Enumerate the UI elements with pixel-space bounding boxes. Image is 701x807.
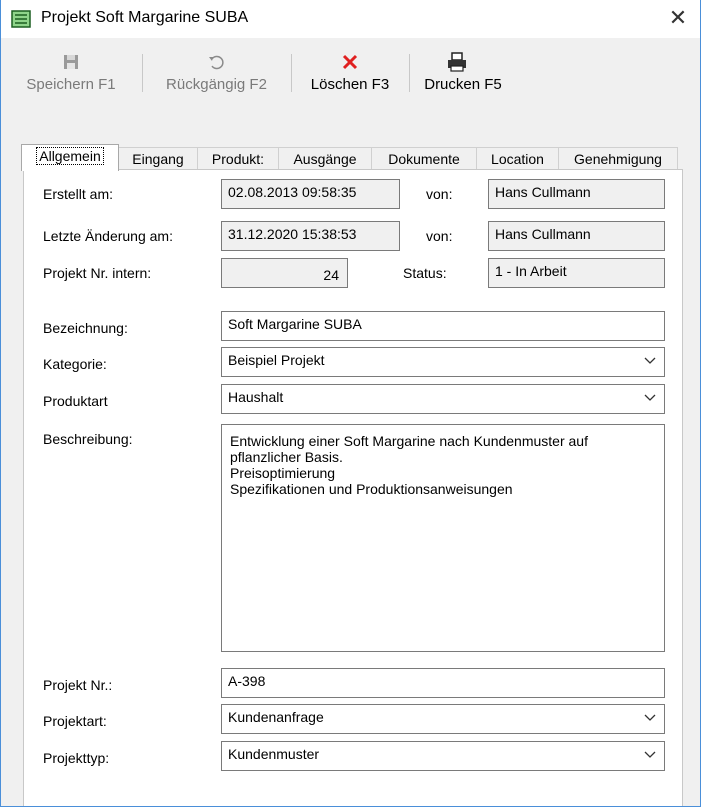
close-button[interactable]: ✕	[656, 0, 700, 38]
product-type-label: Produktart	[43, 393, 108, 409]
tab-eingang[interactable]: Eingang	[118, 147, 198, 170]
product-type-value: Haushalt	[228, 389, 284, 405]
tab-label: Produkt:	[211, 151, 265, 167]
tab-genehmigung[interactable]: Genehmigung	[558, 147, 678, 170]
chevron-down-icon	[644, 714, 656, 721]
status-label: Status:	[403, 265, 447, 281]
project-type-label: Projekttyp:	[43, 750, 110, 766]
description-line: Preisoptimierung	[230, 465, 336, 481]
internal-no-label: Projekt Nr. intern:	[43, 265, 152, 281]
save-icon	[64, 55, 78, 69]
toolbar-separator	[409, 54, 410, 92]
description-line: Spezifikationen und Produktionsanweisung…	[230, 481, 513, 497]
created-field: 02.08.2013 09:58:35	[221, 179, 400, 209]
project-no-input[interactable]: A-398	[221, 668, 665, 698]
toolbar-separator	[291, 54, 292, 92]
category-select[interactable]: Beispiel Projekt	[221, 347, 665, 377]
changed-by-label: von:	[426, 228, 453, 244]
project-no-label: Projekt Nr.:	[43, 677, 113, 693]
tab-allgemein[interactable]: Allgemein	[21, 144, 119, 171]
tab-ausgaenge[interactable]: Ausgänge	[278, 147, 372, 170]
status-value: 1 - In Arbeit	[495, 263, 567, 279]
undo-button[interactable]: Rückgängig F2	[144, 40, 289, 118]
form-icon	[11, 10, 31, 28]
close-icon: ✕	[668, 5, 688, 30]
changed-field: 31.12.2020 15:38:53	[221, 221, 400, 251]
designation-input[interactable]: Soft Margarine SUBA	[221, 311, 665, 341]
tab-dokumente[interactable]: Dokumente	[371, 147, 477, 170]
print-label: Drucken F5	[424, 76, 502, 93]
delete-button[interactable]: Löschen F3	[293, 40, 407, 118]
save-button[interactable]: Speichern F1	[1, 40, 141, 118]
product-type-select[interactable]: Haushalt	[221, 384, 665, 414]
category-label: Kategorie:	[43, 356, 107, 372]
undo-label: Rückgängig F2	[166, 76, 267, 93]
created-by-value: Hans Cullmann	[495, 184, 591, 200]
project-type-select[interactable]: Kundenmuster	[221, 741, 665, 771]
status-field: 1 - In Arbeit	[488, 258, 665, 288]
title-bar[interactable]: Projekt Soft Margarine SUBA ✕	[1, 0, 700, 38]
description-line: Entwicklung einer Soft Margarine nach Ku…	[230, 433, 588, 449]
created-label: Erstellt am:	[43, 186, 114, 202]
project-kind-value: Kundenanfrage	[228, 709, 324, 725]
project-type-value: Kundenmuster	[228, 746, 320, 762]
changed-by-value: Hans Cullmann	[495, 226, 591, 242]
chevron-down-icon	[644, 751, 656, 758]
undo-icon	[209, 55, 224, 70]
project-kind-select[interactable]: Kundenanfrage	[221, 704, 665, 734]
designation-label: Bezeichnung:	[43, 320, 128, 336]
tab-produkt[interactable]: Produkt:	[197, 147, 279, 170]
toolbar-separator	[142, 54, 143, 92]
chevron-down-icon	[644, 357, 656, 364]
window-title: Projekt Soft Margarine SUBA	[41, 9, 249, 26]
delete-label: Löschen F3	[310, 76, 390, 93]
category-value: Beispiel Projekt	[228, 352, 325, 368]
print-button[interactable]: Drucken F5	[413, 40, 513, 118]
chevron-down-icon	[644, 394, 656, 401]
created-value: 02.08.2013 09:58:35	[228, 184, 357, 200]
tab-label: Eingang	[132, 151, 184, 167]
project-window: Projekt Soft Margarine SUBA ✕ Speichern …	[0, 0, 701, 807]
description-label: Beschreibung:	[43, 431, 133, 447]
printer-icon	[448, 52, 466, 72]
changed-by-field: Hans Cullmann	[488, 221, 665, 251]
description-line: pflanzlicher Basis.	[230, 449, 343, 465]
changed-value: 31.12.2020 15:38:53	[228, 226, 357, 242]
tab-location[interactable]: Location	[476, 147, 559, 170]
tab-label: Ausgänge	[293, 151, 357, 167]
project-no-value: A-398	[228, 673, 266, 689]
internal-no-value: 24	[323, 267, 339, 283]
tab-label: Dokumente	[388, 151, 460, 167]
description-textarea[interactable]: Entwicklung einer Soft Margarine nach Ku…	[221, 424, 665, 652]
tab-label: Genehmigung	[574, 151, 662, 167]
delete-icon	[342, 54, 358, 70]
tab-label: Location	[491, 151, 544, 167]
created-by-field: Hans Cullmann	[488, 179, 665, 209]
save-label: Speichern F1	[26, 76, 116, 93]
tab-label: Allgemein	[36, 147, 104, 165]
designation-value: Soft Margarine SUBA	[228, 316, 362, 332]
project-kind-label: Projektart:	[43, 713, 107, 729]
internal-no-field: 24	[221, 258, 348, 288]
created-by-label: von:	[426, 186, 453, 202]
toolbar: Speichern F1 Rückgängig F2 Löschen F3 Dr…	[1, 38, 700, 119]
changed-label: Letzte Änderung am:	[43, 228, 173, 244]
